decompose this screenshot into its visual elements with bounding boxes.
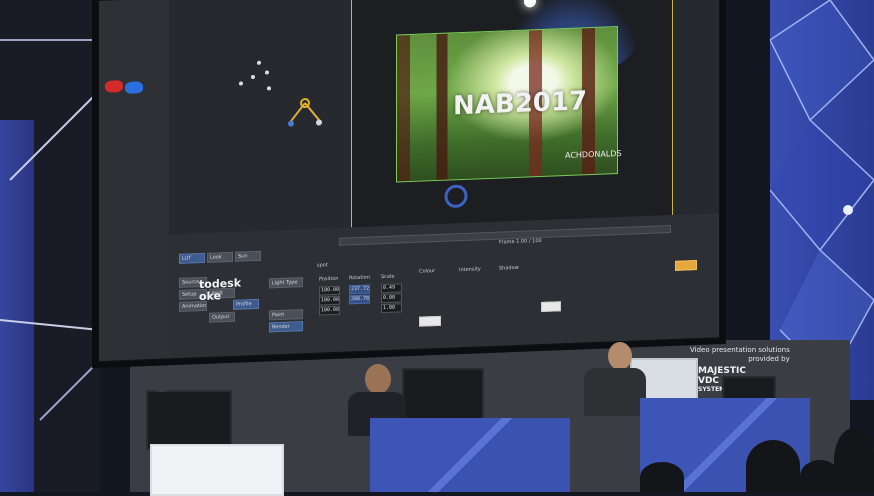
paint-button[interactable]: Paint xyxy=(269,309,303,321)
monitor xyxy=(402,368,484,424)
properties-panel: LUT Look Sun Source Setup Animation Spli… xyxy=(169,213,719,359)
audience-head xyxy=(834,428,874,492)
monitor xyxy=(146,390,232,450)
light-type-button[interactable]: Light Type xyxy=(269,277,303,289)
banner-line: provided by xyxy=(748,355,790,363)
look-button[interactable]: Look xyxy=(207,251,233,263)
shadow-label: Shadow xyxy=(499,264,519,272)
viewer-title-text: NAB2017 xyxy=(453,86,588,122)
decor-line xyxy=(9,89,101,181)
person-head xyxy=(608,342,632,370)
position-y-field[interactable]: 100.00 xyxy=(319,295,340,306)
render-button[interactable]: Render xyxy=(269,321,303,333)
active-toggle[interactable] xyxy=(675,259,697,271)
scale-z-field[interactable]: 1.00 xyxy=(381,303,402,314)
audience-head xyxy=(746,440,800,492)
forest-image: NAB2017 ACHDONALDS xyxy=(396,26,622,183)
lut-button[interactable]: LUT xyxy=(179,252,205,264)
frame-readout: Frame 1.00 / 100 xyxy=(499,237,542,246)
color-swatch[interactable] xyxy=(419,315,441,327)
viewer-subtitle-text: ACHDONALDS xyxy=(565,148,622,161)
position-label: Position xyxy=(319,275,339,283)
rotation-x-field[interactable]: 237.72 xyxy=(349,284,370,295)
rotation-y-field[interactable]: 288.78 xyxy=(349,294,370,305)
decor-line xyxy=(0,319,101,331)
audience-head xyxy=(640,462,684,492)
person-body xyxy=(584,368,646,416)
scale-label: Scale xyxy=(381,273,395,281)
viewer-panel[interactable]: NAB2017 ACHDONALDS xyxy=(351,0,673,230)
autodesk-nuke-logo: todesk oke xyxy=(199,277,241,304)
position-x-field[interactable]: 100.00 xyxy=(319,285,340,296)
color-swatch[interactable] xyxy=(541,301,561,312)
sponsor-name: MAJESTIC xyxy=(698,366,746,376)
rotation-label: Rotation xyxy=(349,274,370,282)
person-head xyxy=(365,364,391,394)
decor-line xyxy=(39,359,101,421)
desk xyxy=(370,418,570,492)
scale-y-field[interactable]: 0.00 xyxy=(381,293,402,304)
anaglyph-glasses-icon xyxy=(105,80,123,93)
desk xyxy=(150,444,284,496)
scene: NAB2017 ACHDONALDS LUT Look Sun Source S… xyxy=(0,0,874,496)
sun-button[interactable]: Sun xyxy=(235,250,261,262)
colour-label: Colour xyxy=(419,268,436,275)
banner-line: Video presentation solutions xyxy=(690,346,790,354)
sponsor-banner: Video presentation solutions provided by xyxy=(690,346,790,364)
output-button[interactable]: Output xyxy=(209,311,235,323)
ring-icon xyxy=(444,184,468,208)
node-graph-gutter xyxy=(99,0,169,361)
anaglyph-glasses-icon xyxy=(125,81,143,94)
light-name-label: spot xyxy=(317,262,328,269)
position-z-field[interactable]: 100.00 xyxy=(319,305,340,316)
projection-screen: NAB2017 ACHDONALDS LUT Look Sun Source S… xyxy=(98,0,720,363)
intensity-label: Intensity xyxy=(459,266,481,274)
scale-x-field[interactable]: 0.49 xyxy=(381,283,402,294)
brand-line: oke xyxy=(199,289,222,304)
node-graph xyxy=(239,60,322,127)
person-head xyxy=(150,366,174,392)
